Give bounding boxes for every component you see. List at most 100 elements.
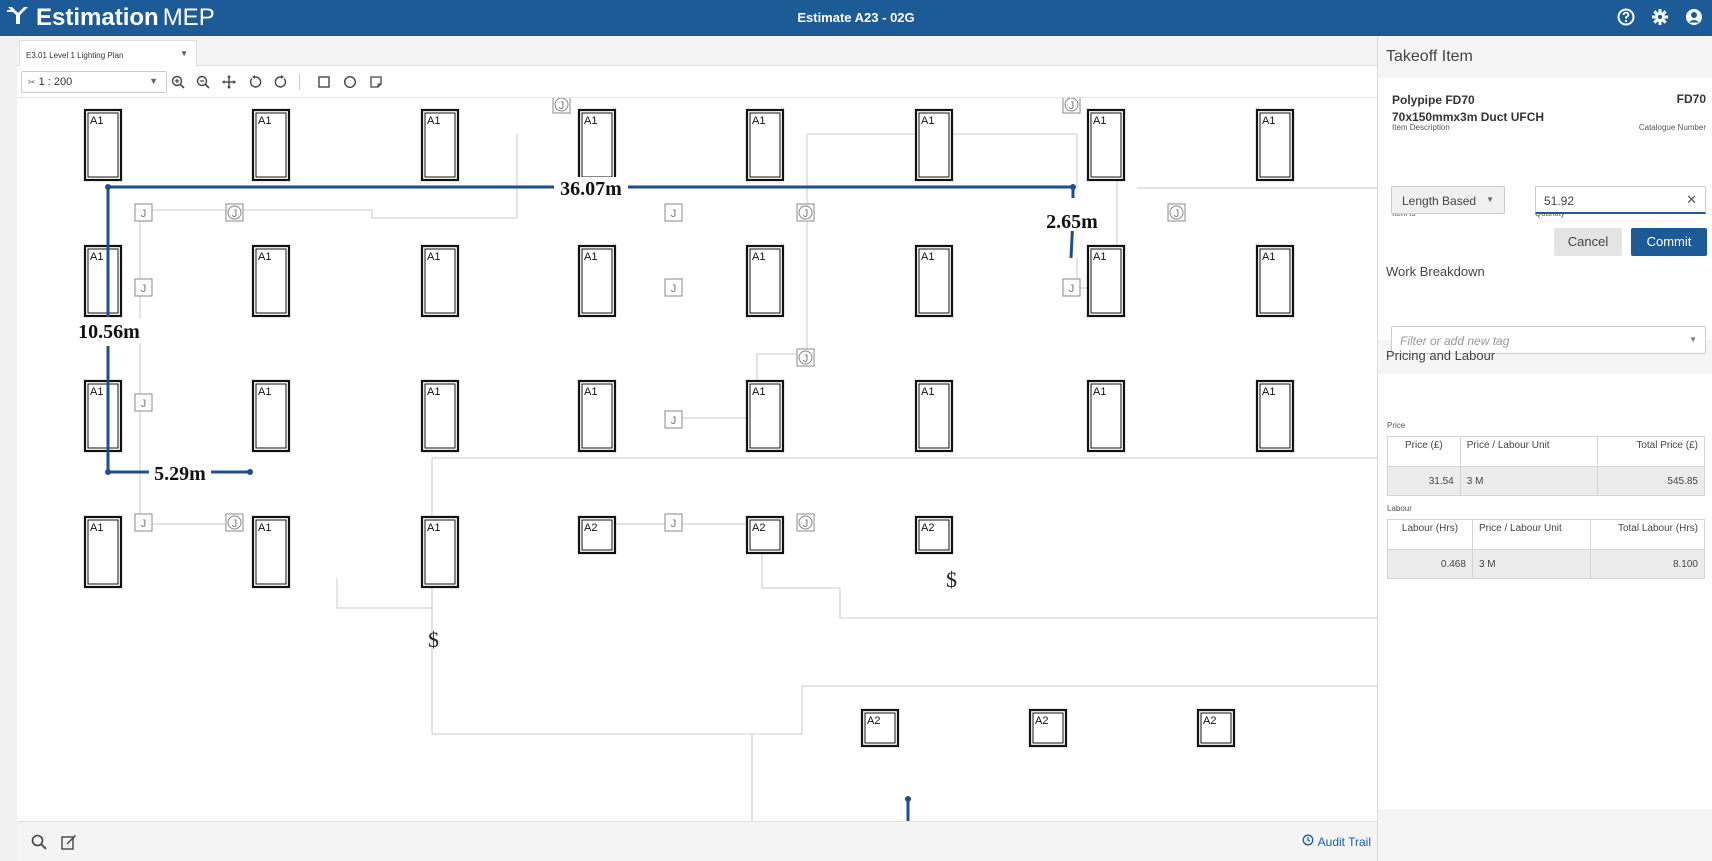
light-fixture[interactable]: A1 bbox=[420, 515, 460, 589]
junction-box[interactable]: J bbox=[796, 203, 815, 222]
junction-box[interactable]: J bbox=[664, 410, 683, 429]
junction-box[interactable]: J bbox=[1167, 203, 1186, 222]
light-fixture[interactable]: A1 bbox=[1255, 379, 1295, 453]
fixture-label: A1 bbox=[258, 115, 271, 127]
light-fixture[interactable]: A1 bbox=[251, 515, 291, 589]
fixture-label: A1 bbox=[921, 251, 934, 263]
junction-box[interactable]: J bbox=[134, 393, 153, 412]
rectangle-icon[interactable] bbox=[315, 73, 333, 91]
measurement-right-drop[interactable]: 2.65m bbox=[1046, 211, 1098, 233]
junction-label: J bbox=[1174, 208, 1180, 220]
gear-icon[interactable] bbox=[1650, 7, 1670, 27]
light-fixture[interactable]: A1 bbox=[1086, 108, 1126, 182]
junction-label: J bbox=[232, 518, 238, 530]
light-fixture[interactable]: A1 bbox=[1086, 244, 1126, 318]
labour-section-label: Labour bbox=[1387, 504, 1412, 513]
scale-select[interactable]: ✂ 1 : 200 ▼ bbox=[21, 71, 167, 93]
fixture-label: A1 bbox=[90, 386, 103, 398]
lighting-plan-drawing[interactable]: A1 A1 A1 A1 A1 A1 A1 A1 A1 A1 A1 A1 A1 A1 A1 A1 A1 A1 A1 A1… bbox=[17, 98, 1377, 821]
light-fixtures: A1 A1 A1 A1 A1 A1 A1 A1 A1 A1 A1 A1 A1 A1 A1 A1 A1 A1 A1 A1… bbox=[83, 108, 1295, 748]
light-fixture[interactable]: A1 bbox=[83, 244, 123, 318]
ruler-icon: ✂ bbox=[28, 77, 36, 87]
quantity-input[interactable]: 51.92 ✕ bbox=[1535, 186, 1706, 214]
clear-icon[interactable]: ✕ bbox=[1686, 192, 1697, 208]
light-fixture[interactable]: A1 bbox=[420, 379, 460, 453]
rotate-left-icon[interactable] bbox=[246, 73, 264, 91]
light-fixture[interactable]: A1 bbox=[745, 108, 785, 182]
light-fixture[interactable]: A1 bbox=[577, 379, 617, 453]
measurement-top-run[interactable]: 36.07m bbox=[560, 178, 622, 200]
fixture-label: A1 bbox=[90, 115, 103, 127]
junction-box[interactable]: J bbox=[664, 203, 683, 222]
audit-trail-link[interactable]: Audit Trail bbox=[1302, 834, 1371, 849]
labour-cell[interactable]: 0.468 bbox=[1387, 549, 1473, 579]
light-fixture[interactable]: A1 bbox=[420, 244, 460, 318]
junction-box[interactable]: J bbox=[796, 348, 815, 367]
help-icon[interactable] bbox=[1616, 7, 1636, 27]
light-fixture[interactable]: A1 bbox=[83, 515, 123, 589]
junction-box[interactable]: J bbox=[796, 513, 815, 532]
light-fixture[interactable]: A1 bbox=[251, 108, 291, 182]
note-icon[interactable] bbox=[367, 73, 385, 91]
search-icon[interactable] bbox=[29, 832, 49, 852]
light-fixture[interactable]: A2 bbox=[577, 515, 617, 555]
price-section-label: Price bbox=[1387, 421, 1406, 430]
light-fixture[interactable]: A1 bbox=[251, 379, 291, 453]
junction-box[interactable]: J bbox=[225, 203, 244, 222]
plan-tab-bar: E3.01 Level 1 Lighting Plan ▼ bbox=[17, 36, 1377, 66]
window-title: Estimate A23 - 02G bbox=[797, 10, 915, 25]
light-fixture[interactable]: A2 bbox=[1028, 708, 1068, 748]
commit-button[interactable]: Commit bbox=[1631, 228, 1707, 256]
light-fixture[interactable]: A1 bbox=[745, 379, 785, 453]
run-left-lower[interactable] bbox=[106, 346, 250, 474]
junction-box[interactable]: J bbox=[1062, 278, 1081, 297]
light-fixture[interactable]: A1 bbox=[914, 244, 954, 318]
junction-label: J bbox=[559, 100, 565, 112]
audit-trail-label: Audit Trail bbox=[1317, 834, 1371, 849]
junction-label: J bbox=[141, 208, 147, 220]
total-price-cell: 545.85 bbox=[1597, 466, 1705, 496]
junction-box[interactable]: J bbox=[664, 278, 683, 297]
measurement-bottom-run[interactable]: 5.29m bbox=[154, 463, 206, 485]
light-fixture[interactable]: A1 bbox=[83, 379, 123, 453]
junction-box[interactable]: J bbox=[225, 513, 244, 532]
user-icon[interactable] bbox=[1684, 7, 1704, 27]
cancel-button[interactable]: Cancel bbox=[1554, 228, 1622, 256]
light-fixture[interactable]: A2 bbox=[914, 515, 954, 555]
light-fixture[interactable]: A1 bbox=[914, 379, 954, 453]
light-fixture[interactable]: A1 bbox=[1255, 244, 1295, 318]
junction-box[interactable]: J bbox=[134, 513, 153, 532]
light-fixture[interactable]: A1 bbox=[914, 108, 954, 182]
light-fixture[interactable]: A1 bbox=[745, 244, 785, 318]
price-unit-cell: 3 M bbox=[1459, 466, 1599, 496]
price-cell[interactable]: 31.54 bbox=[1387, 466, 1461, 496]
light-fixture[interactable]: A2 bbox=[745, 515, 785, 555]
light-fixture[interactable]: A1 bbox=[1086, 379, 1126, 453]
junction-box[interactable]: J bbox=[134, 278, 153, 297]
edit-icon[interactable] bbox=[59, 832, 79, 852]
fixture-label: A2 bbox=[921, 522, 934, 534]
zoom-in-icon[interactable] bbox=[169, 73, 187, 91]
light-fixture[interactable]: A1 bbox=[577, 244, 617, 318]
fixture-label: A1 bbox=[1262, 386, 1275, 398]
light-fixture[interactable]: A1 bbox=[420, 108, 460, 182]
light-fixture[interactable]: A1 bbox=[83, 108, 123, 182]
measurement-left-run[interactable]: 10.56m bbox=[78, 321, 140, 343]
junction-box[interactable]: J bbox=[664, 513, 683, 532]
item-is-select[interactable]: Length Based ▼ bbox=[1391, 186, 1505, 214]
light-fixture[interactable]: A1 bbox=[1255, 108, 1295, 182]
light-fixture[interactable]: A2 bbox=[860, 708, 900, 748]
rotate-right-icon[interactable] bbox=[272, 73, 290, 91]
light-fixture[interactable]: A1 bbox=[251, 244, 291, 318]
junction-box[interactable]: J bbox=[552, 98, 571, 114]
pan-icon[interactable] bbox=[220, 73, 238, 91]
light-fixture[interactable]: A1 bbox=[577, 108, 617, 182]
plan-tab[interactable]: E3.01 Level 1 Lighting Plan ▼ bbox=[19, 40, 197, 66]
circle-icon[interactable] bbox=[341, 73, 359, 91]
zoom-out-icon[interactable] bbox=[194, 73, 212, 91]
light-fixture[interactable]: A2 bbox=[1196, 708, 1236, 748]
junction-box[interactable]: J bbox=[1062, 98, 1081, 114]
junction-box[interactable]: J bbox=[134, 203, 153, 222]
chevron-down-icon[interactable]: ▼ bbox=[180, 49, 188, 58]
fixture-label: A1 bbox=[258, 251, 271, 263]
